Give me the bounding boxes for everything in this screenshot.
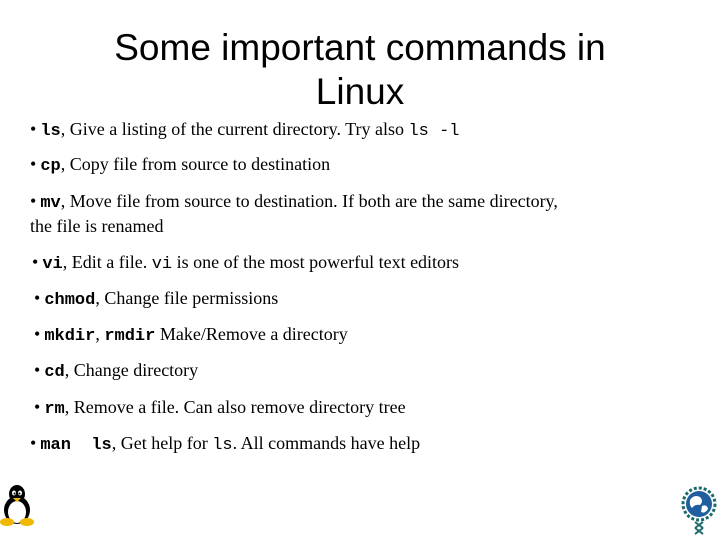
bullet-mkdir-rmdir: • mkdir, rmdir Make/Remove a directory (34, 324, 348, 346)
title-line-2: Linux (315, 71, 405, 112)
command-name: rm (44, 400, 65, 419)
bullet-dot: • (30, 433, 37, 453)
command-name: mv (40, 194, 61, 213)
command-description: Move file from source to destination. If… (69, 191, 558, 211)
command-name: chmod (44, 291, 96, 310)
inline-code: ls -l (408, 122, 460, 141)
command-description: Get help for (120, 433, 213, 453)
command-name: cp (40, 157, 61, 176)
command-description: Give a listing of the current directory.… (69, 119, 409, 139)
bullet-dot: • (30, 191, 37, 211)
command-name: vi (42, 255, 63, 274)
command-description: Edit a file. (71, 252, 152, 272)
command-name-2: rmdir (104, 327, 156, 346)
bullet-man: • man ls, Get help for ls. All commands h… (30, 433, 421, 455)
bullet-dot: • (32, 252, 39, 272)
bullet-dot: • (30, 154, 37, 174)
bullet-cp: • cp, Copy file from source to destinatio… (30, 154, 331, 176)
slide-title: Some important commands in Linux (0, 26, 720, 114)
bullet-dot: • (34, 397, 41, 417)
bullet-mv: • mv, Move file from source to destinatio… (30, 191, 558, 213)
bullet-mv-continuation: the file is renamed (30, 215, 163, 237)
command-name: cd (44, 363, 65, 382)
command-description-line2: the file is renamed (30, 216, 164, 236)
command-description: Copy file from source to destination (69, 154, 331, 174)
command-description: Make/Remove a directory (155, 324, 348, 344)
bullet-rm: • rm, Remove a file. Can also remove dire… (34, 397, 406, 419)
tux-penguin-icon (0, 485, 34, 526)
bullet-chmod: • chmod, Change file permissions (34, 288, 279, 310)
command-description: Remove a file. Can also remove directory… (73, 397, 406, 417)
command-description: Change directory (73, 360, 199, 380)
bullet-vi: • vi, Edit a file. vi is one of the most … (32, 252, 460, 274)
bullet-dot: • (34, 324, 41, 344)
inline-code: vi (151, 255, 173, 274)
bullet-dot: • (34, 288, 41, 308)
command-name: man ls (40, 436, 112, 455)
bullet-dot: • (30, 119, 37, 139)
title-line-1: Some important commands in (114, 27, 606, 68)
inline-code: ls (212, 436, 233, 455)
bullet-dot: • (34, 360, 41, 380)
bullet-ls: • ls, Give a listing of the current direc… (30, 119, 460, 141)
globe-emblem-icon (681, 486, 717, 535)
command-description: Change file permissions (104, 288, 279, 308)
command-name: ls (40, 122, 61, 141)
bullet-cd: • cd, Change directory (34, 360, 199, 382)
command-name: mkdir (44, 327, 96, 346)
